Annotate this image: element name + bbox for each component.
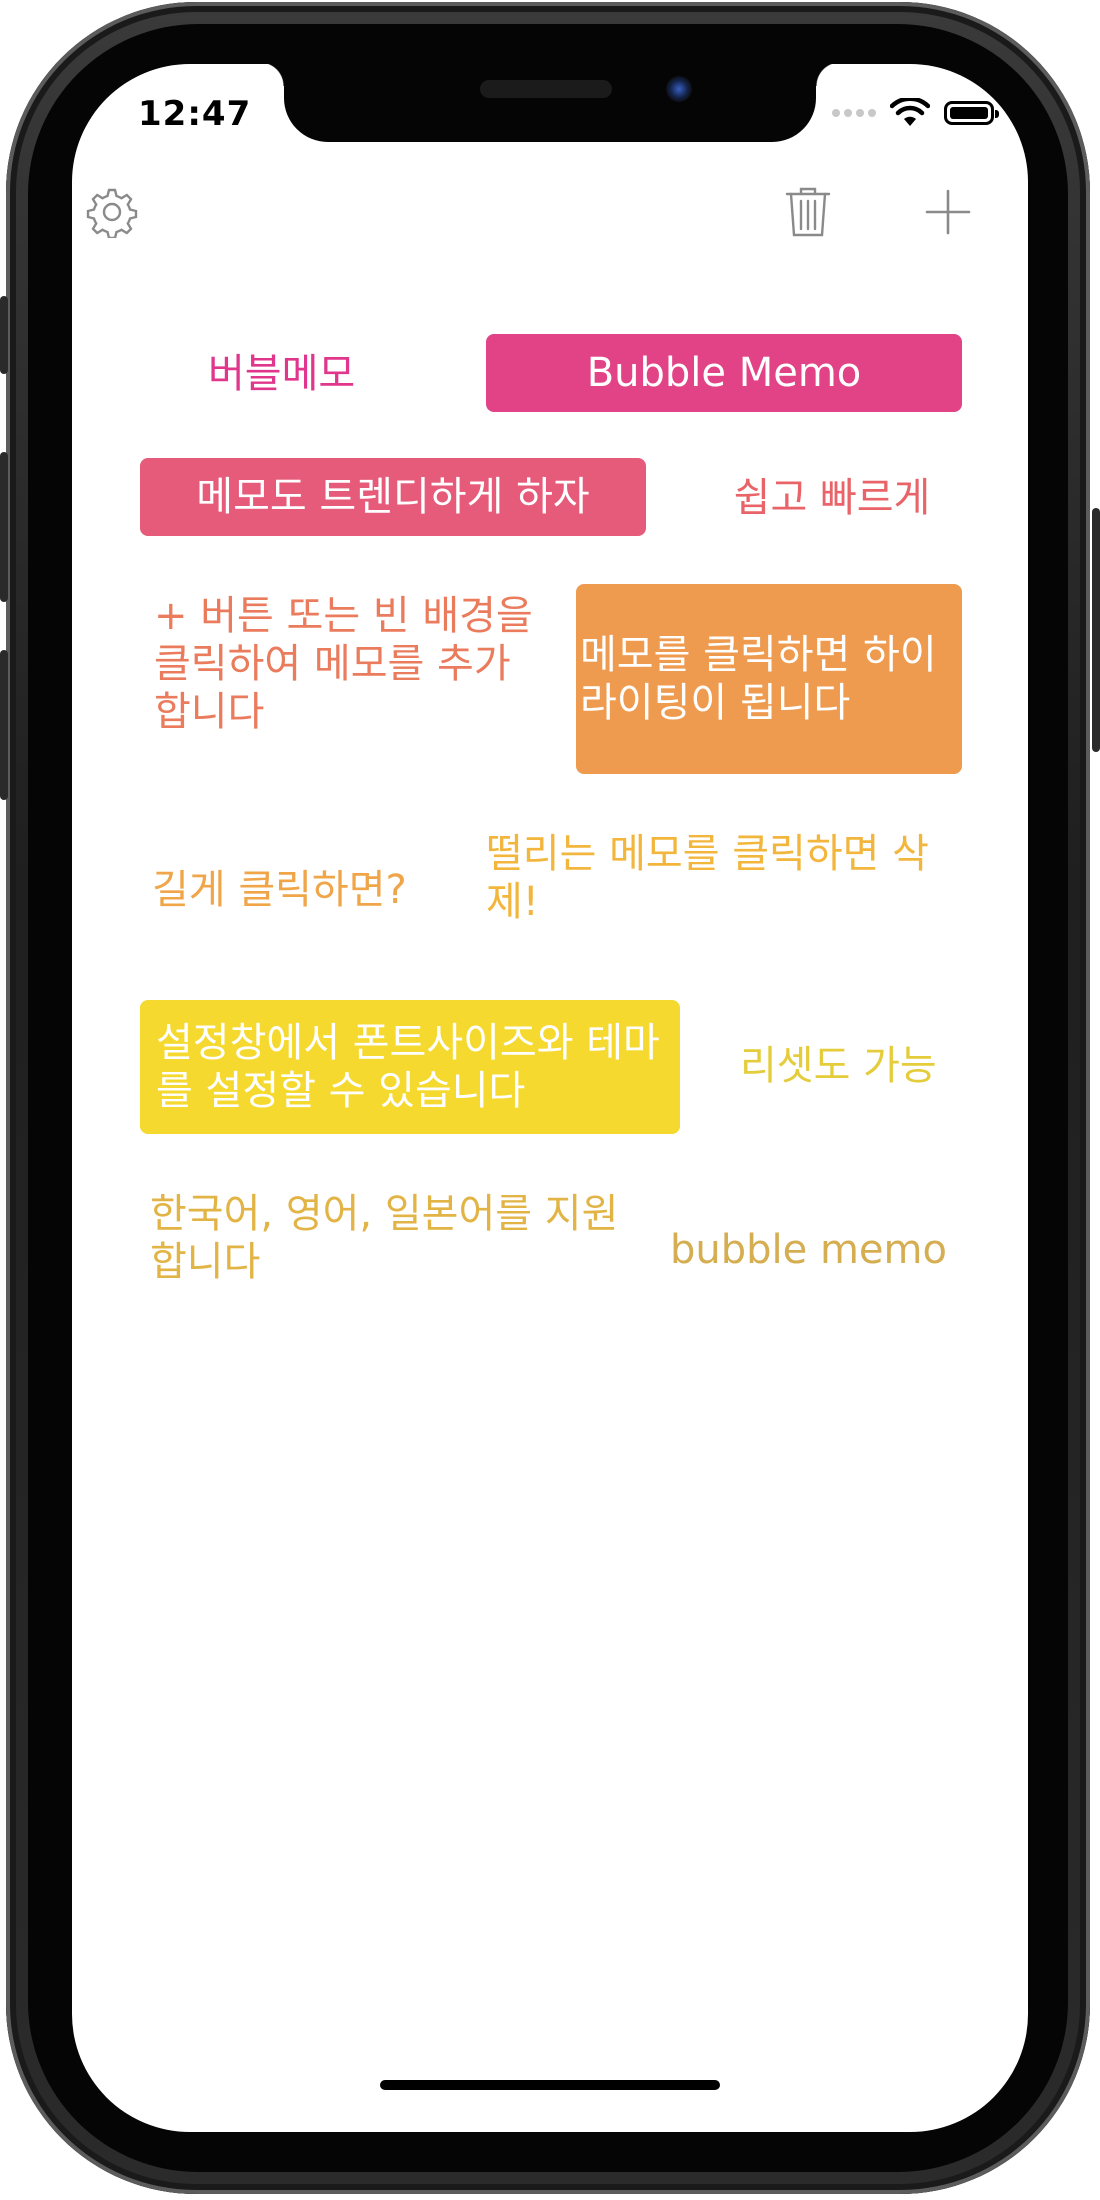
gear-icon	[86, 188, 138, 238]
status-indicators	[832, 98, 999, 128]
memo-bubble[interactable]: 리셋도 가능	[740, 1036, 970, 1096]
speaker-grille	[480, 80, 612, 98]
front-camera	[666, 76, 692, 102]
add-memo-button[interactable]	[918, 182, 978, 242]
status-time: 12:47	[138, 94, 252, 134]
memo-bubble[interactable]: 버블메모	[208, 344, 418, 404]
memo-bubble[interactable]: 한국어, 영어, 일본어를 지원합니다	[150, 1190, 620, 1300]
volume-down-button	[0, 650, 8, 800]
memo-bubble[interactable]: 메모도 트렌디하게 하자	[140, 458, 646, 536]
volume-up-button	[0, 452, 8, 602]
delete-button[interactable]	[778, 182, 838, 242]
app-screen[interactable]: 12:47 버블메모 Bubble Memo 메모도 트렌디하게 하자 쉽고 빠…	[72, 64, 1028, 2132]
trash-icon	[785, 187, 831, 237]
plus-icon	[925, 189, 971, 235]
power-button	[1092, 508, 1100, 752]
memo-bubble[interactable]: 쉽고 빠르게	[712, 468, 952, 528]
silent-switch	[0, 296, 8, 374]
memo-bubble[interactable]: 떨리는 메모를 클릭하면 삭제!	[486, 830, 976, 940]
memo-bubble[interactable]: 설정창에서 폰트사이즈와 테마를 설정할 수 있습니다	[140, 1000, 680, 1134]
battery-icon	[944, 101, 999, 125]
cellular-signal-icon	[832, 109, 876, 117]
wifi-icon	[890, 98, 930, 126]
memo-bubble[interactable]: + 버튼 또는 빈 배경을 클릭하여 메모를 추가합니다	[154, 592, 534, 742]
notch	[260, 64, 840, 142]
memo-bubble[interactable]: 길게 클릭하면?	[152, 860, 442, 920]
memo-bubble[interactable]: bubble memo	[670, 1220, 970, 1280]
memo-bubble[interactable]: Bubble Memo	[486, 334, 962, 412]
memo-bubble[interactable]: 메모를 클릭하면 하이라이팅이 됩니다	[576, 584, 962, 774]
home-indicator[interactable]	[380, 2080, 720, 2090]
settings-button[interactable]	[82, 182, 142, 242]
